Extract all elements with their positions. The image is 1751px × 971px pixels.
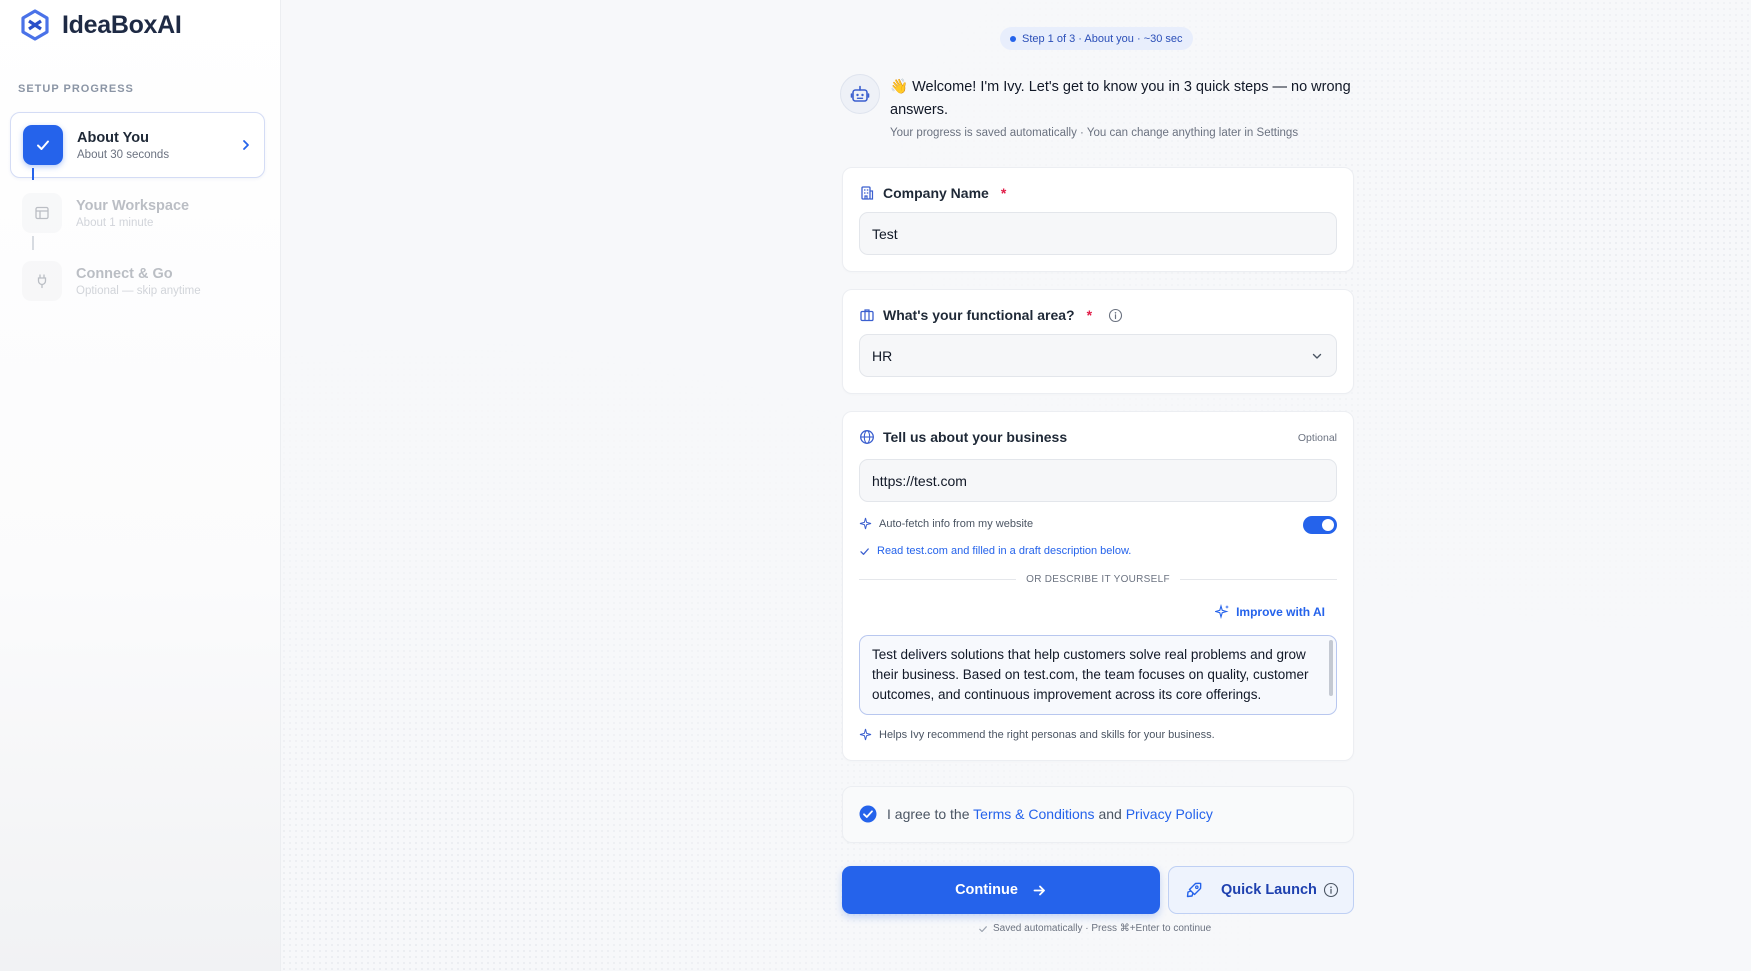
- company-name-value: Test: [872, 225, 898, 242]
- textarea-scrollbar[interactable]: [1329, 640, 1333, 696]
- plug-icon: [37, 274, 47, 289]
- company-name-label: Company Name *: [859, 185, 1006, 201]
- brand[interactable]: IdeaBoxAI: [18, 8, 182, 42]
- arrow-right-icon: [1033, 885, 1045, 895]
- functional-area-label-text: What's your functional area?: [883, 307, 1075, 323]
- business-description-text: Test delivers solutions that help custom…: [872, 647, 1309, 702]
- helper-text: Helps Ivy recommend the right personas a…: [879, 728, 1215, 741]
- info-icon[interactable]: [1108, 308, 1123, 323]
- business-label-text: Tell us about your business: [883, 429, 1068, 445]
- info-icon[interactable]: [1323, 882, 1339, 898]
- welcome-text: 👋 Welcome! I'm Ivy. Let's get to know yo…: [890, 76, 1360, 122]
- functional-area-label: What's your functional area? *: [859, 307, 1123, 323]
- agree-checkbox[interactable]: [859, 805, 877, 823]
- welcome-message-text: Welcome! I'm Ivy. Let's get to know you …: [890, 79, 1351, 118]
- helper-row: Helps Ivy recommend the right personas a…: [859, 728, 1215, 741]
- functional-area-value: HR: [872, 347, 893, 364]
- divider-line: [1179, 579, 1338, 580]
- check-icon: [37, 140, 49, 150]
- rocket-icon: [1186, 882, 1202, 898]
- robot-icon: [850, 85, 870, 102]
- step-indicator-text: Step 1 of 3 · About you · ~30 sec: [1022, 32, 1183, 45]
- welcome-note: Your progress is saved automatically · Y…: [890, 127, 1299, 139]
- business-label: Tell us about your business: [859, 429, 1067, 445]
- sparkle-icon: [859, 728, 872, 741]
- agreement-text: I agree to the Terms & Conditions and Pr…: [887, 806, 1213, 822]
- step-badge: [22, 193, 62, 233]
- step-subtitle: About 30 seconds: [77, 148, 170, 161]
- step-title: About You: [77, 129, 149, 146]
- fetch-status-text: Read test.com and filled in a draft desc…: [877, 545, 1132, 557]
- agreement-joiner: and: [1098, 806, 1122, 822]
- auto-fetch-toggle[interactable]: [1303, 516, 1337, 534]
- business-card: Tell us about your business Optional htt…: [842, 411, 1354, 761]
- step-subtitle: Optional — skip anytime: [76, 284, 201, 297]
- ideabox-logo-icon: [21, 9, 49, 41]
- quick-launch-button[interactable]: Quick Launch: [1168, 866, 1354, 914]
- divider-text: OR DESCRIBE IT YOURSELF: [1026, 574, 1170, 585]
- check-icon: [860, 547, 869, 555]
- website-input[interactable]: https://test.com: [859, 459, 1337, 502]
- check-icon: [979, 925, 987, 932]
- privacy-link[interactable]: Privacy Policy: [1126, 806, 1213, 822]
- brand-name: IdeaBoxAI: [62, 10, 182, 39]
- toggle-knob: [1322, 519, 1334, 531]
- step-badge: [22, 261, 62, 301]
- agreement-prefix: I agree to the: [887, 806, 970, 822]
- quick-launch-label: Quick Launch: [1221, 882, 1317, 898]
- auto-fetch-label: Auto-fetch info from my website: [879, 517, 1034, 530]
- auto-fetch-row: Auto-fetch info from my website: [859, 517, 1033, 530]
- continue-label: Continue: [955, 882, 1018, 898]
- chevron-right-icon: [243, 140, 249, 150]
- agreement-row: I agree to the Terms & Conditions and Pr…: [859, 805, 1213, 823]
- footer-note: Saved automatically · Press ⌘+Enter to c…: [978, 923, 1211, 934]
- sidebar-step-connect-go[interactable]: Connect & Go Optional — skip anytime: [10, 248, 265, 314]
- sidebar-step-about-you[interactable]: About You About 30 seconds: [10, 112, 265, 178]
- company-name-input[interactable]: Test: [859, 212, 1337, 255]
- required-mark: *: [1086, 307, 1093, 323]
- footer-note-text: Saved automatically · Press ⌘+Enter to c…: [993, 923, 1212, 934]
- layout-icon: [35, 206, 49, 220]
- website-value: https://test.com: [872, 472, 967, 489]
- functional-area-card: What's your functional area? * HR: [842, 289, 1354, 394]
- required-mark: *: [1000, 185, 1007, 201]
- sidebar-step-your-workspace[interactable]: Your Workspace About 1 minute: [10, 180, 265, 246]
- step-connector: [32, 168, 34, 180]
- company-name-card: Company Name * Test: [842, 167, 1354, 272]
- improve-with-ai-label: Improve with AI: [1236, 604, 1325, 619]
- building-icon: [861, 186, 874, 200]
- step-subtitle: About 1 minute: [76, 216, 154, 229]
- wave-emoji: 👋: [890, 79, 909, 95]
- fetch-status-row: Read test.com and filled in a draft desc…: [859, 545, 1131, 557]
- step-check-badge: [23, 125, 63, 165]
- sparkles-icon: [1215, 604, 1230, 619]
- sidebar: IdeaBoxAI SETUP PROGRESS About You About…: [0, 0, 281, 971]
- setup-progress-label: SETUP PROGRESS: [18, 83, 134, 95]
- functional-area-select[interactable]: HR: [859, 334, 1337, 377]
- briefcase-icon: [860, 309, 874, 322]
- globe-icon: [860, 430, 874, 444]
- step-title: Connect & Go: [76, 265, 173, 282]
- company-name-label-text: Company Name: [883, 185, 989, 201]
- business-description-textarea[interactable]: Test delivers solutions that help custom…: [859, 635, 1337, 715]
- sparkle-icon: [859, 517, 872, 530]
- agreement-card: I agree to the Terms & Conditions and Pr…: [842, 786, 1354, 843]
- terms-link[interactable]: Terms & Conditions: [973, 806, 1094, 822]
- step-title: Your Workspace: [76, 197, 190, 214]
- chevron-down-icon: [1312, 353, 1322, 359]
- continue-button[interactable]: Continue: [842, 866, 1160, 914]
- or-divider: OR DESCRIBE IT YOURSELF: [859, 574, 1338, 585]
- improve-with-ai-button[interactable]: Improve with AI: [1215, 604, 1325, 619]
- pill-dot: [1010, 35, 1016, 42]
- divider-line: [859, 579, 1017, 580]
- step-indicator-pill: Step 1 of 3 · About you · ~30 sec: [1000, 27, 1193, 50]
- bot-avatar: [840, 74, 880, 114]
- optional-label: Optional: [1297, 432, 1337, 444]
